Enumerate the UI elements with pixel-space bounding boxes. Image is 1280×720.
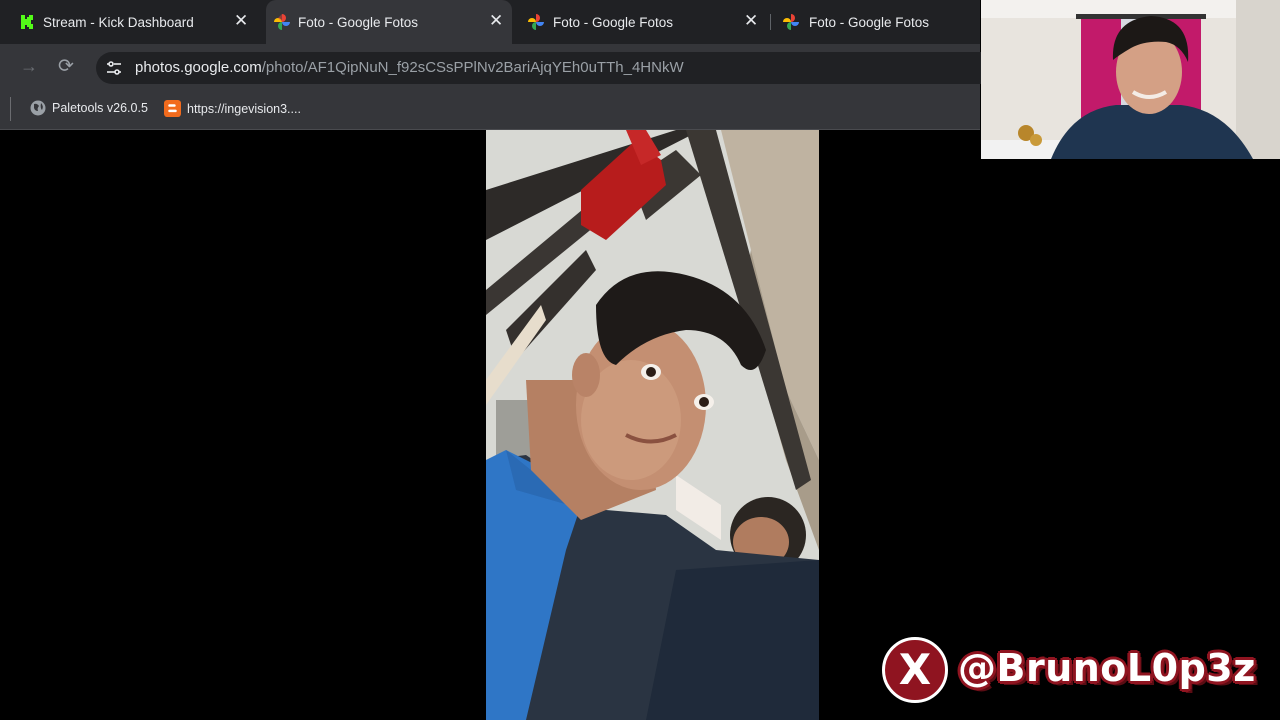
close-tab-icon[interactable]: ✕ — [489, 11, 503, 31]
close-tab-icon[interactable]: ✕ — [744, 11, 758, 31]
tune-icon[interactable] — [106, 60, 122, 76]
tab-google-photos-3[interactable]: Foto - Google Fotos — [775, 0, 980, 44]
tab-title: Foto - Google Fotos — [298, 15, 419, 30]
globe-icon — [30, 100, 46, 116]
x-logo-icon: X — [882, 637, 948, 703]
url-text[interactable]: photos.google.com/photo/AF1QipNuN_f92sCS… — [135, 59, 684, 76]
browser-window: Stream - Kick Dashboard ✕ Foto - Google … — [0, 0, 996, 130]
photo-viewer-image[interactable] — [486, 130, 819, 720]
x-glyph: X — [898, 645, 932, 694]
google-photos-icon — [274, 14, 290, 30]
tab-separator — [770, 14, 771, 30]
bookmark-paletools[interactable]: Paletools v26.0.5 — [30, 100, 148, 116]
bookmark-label: https://ingevision3.... — [187, 101, 301, 116]
browser-toolbar: → ⟳ photos.google.com/photo/AF1QipNuN_f9… — [0, 44, 996, 90]
address-bar[interactable]: photos.google.com/photo/AF1QipNuN_f92sCS… — [96, 52, 996, 84]
tab-google-photos-2[interactable]: Foto - Google Fotos ✕ — [520, 0, 768, 44]
forward-icon[interactable]: → — [20, 56, 38, 77]
url-host: photos.google.com — [135, 59, 262, 76]
reload-icon[interactable]: ⟳ — [58, 55, 74, 78]
bookmark-label: Paletools v26.0.5 — [52, 101, 148, 115]
tab-title: Foto - Google Fotos — [809, 15, 930, 30]
google-photos-icon — [528, 14, 544, 30]
social-handle-text: @BrunoL0p3z — [958, 646, 1256, 690]
bookmarks-divider — [10, 97, 11, 121]
bookmark-ingevision[interactable]: https://ingevision3.... — [164, 100, 301, 117]
tab-google-photos-active[interactable]: Foto - Google Fotos ✕ — [266, 0, 512, 44]
kick-icon — [21, 15, 33, 29]
blogger-icon — [164, 100, 181, 117]
tab-title: Foto - Google Fotos — [553, 15, 674, 30]
social-handle-overlay: X @BrunoL0p3z — [882, 637, 1262, 707]
close-tab-icon[interactable]: ✕ — [234, 11, 248, 31]
google-photos-icon — [783, 14, 799, 30]
streamer-webcam-feed — [981, 0, 1280, 159]
url-path: /photo/AF1QipNuN_f92sCSsPPlNv2BariAjqYEh… — [261, 59, 684, 76]
tab-strip: Stream - Kick Dashboard ✕ Foto - Google … — [0, 0, 980, 44]
tab-title: Stream - Kick Dashboard — [43, 15, 194, 30]
tab-kick-dashboard[interactable]: Stream - Kick Dashboard ✕ — [0, 0, 256, 44]
webcam-overlay — [981, 0, 1280, 159]
bus-selfie-photo — [486, 130, 819, 720]
bookmarks-bar: Paletools v26.0.5 https://ingevision3...… — [0, 90, 980, 130]
